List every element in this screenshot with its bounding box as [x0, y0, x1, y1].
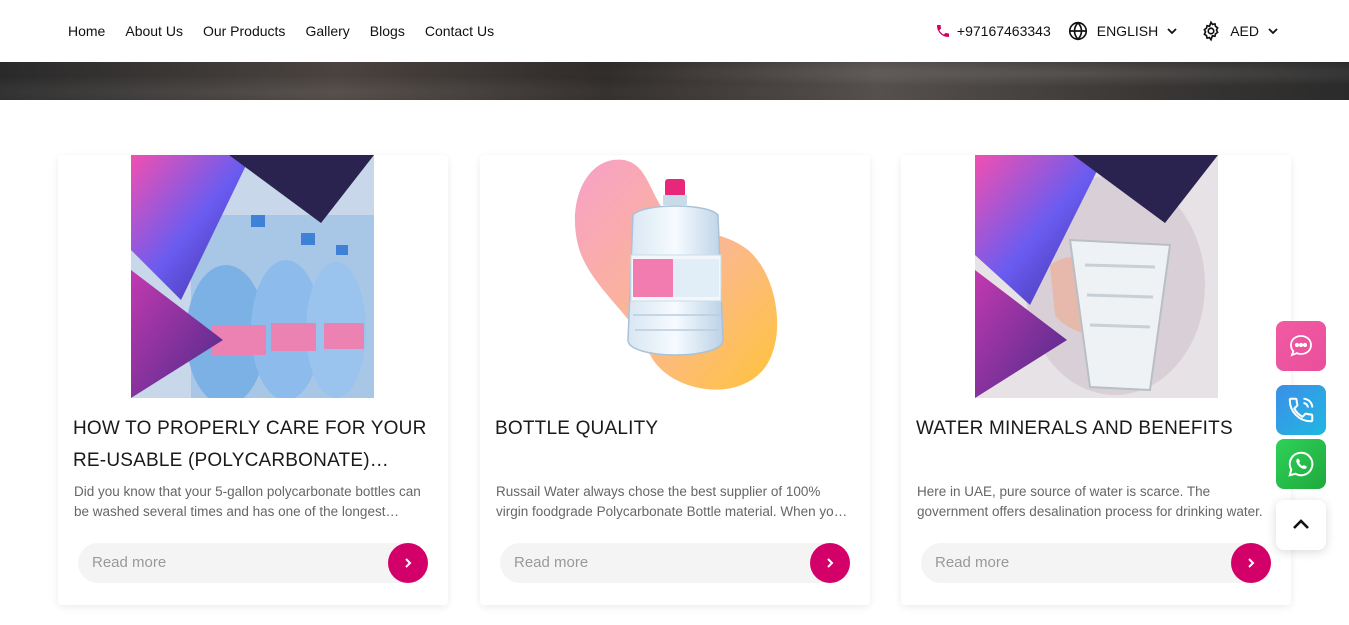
nav-gallery[interactable]: Gallery [305, 23, 349, 39]
nav-utilities: +97167463343 ENGLISH AED [935, 0, 1279, 62]
arrow-right-icon[interactable] [1231, 543, 1271, 583]
whatsapp-button[interactable] [1276, 439, 1326, 489]
call-button[interactable] [1276, 385, 1326, 435]
language-selector[interactable]: ENGLISH [1067, 20, 1178, 42]
read-more-label: Read more [514, 554, 589, 571]
nav-home[interactable]: Home [68, 23, 105, 39]
read-more-button[interactable]: Read more [500, 543, 850, 583]
back-to-top-button[interactable] [1276, 500, 1326, 550]
read-more-button[interactable]: Read more [921, 543, 1271, 583]
blog-card-title[interactable]: HOW TO PROPERLY CARE FOR YOUR RE-USABLE … [73, 413, 433, 477]
blog-card-image[interactable] [553, 155, 796, 398]
blog-card-title[interactable]: WATER MINERALS AND BENEFITS [916, 413, 1276, 445]
read-more-button[interactable]: Read more [78, 543, 428, 583]
arrow-right-icon[interactable] [388, 543, 428, 583]
chevron-up-icon [1293, 519, 1309, 529]
blog-card-title[interactable]: BOTTLE QUALITY [495, 413, 855, 445]
phone-icon [936, 25, 949, 37]
nav-contact-us[interactable]: Contact Us [425, 23, 494, 39]
chat-button[interactable] [1276, 321, 1326, 371]
chevron-down-icon [1167, 28, 1177, 35]
hero-banner-image [0, 62, 1349, 100]
currency-label: AED [1230, 23, 1259, 39]
nav-our-products[interactable]: Our Products [203, 23, 285, 39]
blog-card: WATER MINERALS AND BENEFITS Here in UAE,… [901, 155, 1291, 605]
top-navbar: Home About Us Our Products Gallery Blogs… [0, 0, 1349, 62]
blog-card: HOW TO PROPERLY CARE FOR YOUR RE-USABLE … [58, 155, 448, 605]
nav-about-us[interactable]: About Us [125, 23, 183, 39]
whatsapp-icon [1288, 451, 1314, 477]
phone-link[interactable]: +97167463343 [935, 23, 1051, 39]
arrow-right-icon[interactable] [810, 543, 850, 583]
globe-icon [1068, 21, 1087, 41]
blog-card-description: Did you know that your 5-gallon polycarb… [74, 484, 421, 519]
chat-bubble-icon [1290, 335, 1312, 357]
read-more-label: Read more [92, 554, 167, 571]
read-more-label: Read more [935, 554, 1010, 571]
phone-ring-icon [1288, 397, 1314, 423]
blog-card-description: Here in UAE, pure source of water is sca… [917, 484, 1263, 519]
blog-card-image[interactable] [131, 155, 374, 398]
language-label: ENGLISH [1096, 23, 1159, 39]
phone-number: +97167463343 [956, 23, 1051, 39]
gear-icon [1203, 20, 1219, 42]
nav-blogs[interactable]: Blogs [370, 23, 405, 39]
blog-card-image[interactable] [975, 155, 1218, 398]
blog-card: BOTTLE QUALITY Russail Water always chos… [480, 155, 870, 605]
chevron-down-icon [1268, 28, 1278, 35]
blog-card-description: Russail Water always chose the best supp… [496, 484, 842, 519]
currency-selector[interactable]: AED [1200, 20, 1279, 42]
nav-links: Home About Us Our Products Gallery Blogs… [68, 0, 494, 62]
